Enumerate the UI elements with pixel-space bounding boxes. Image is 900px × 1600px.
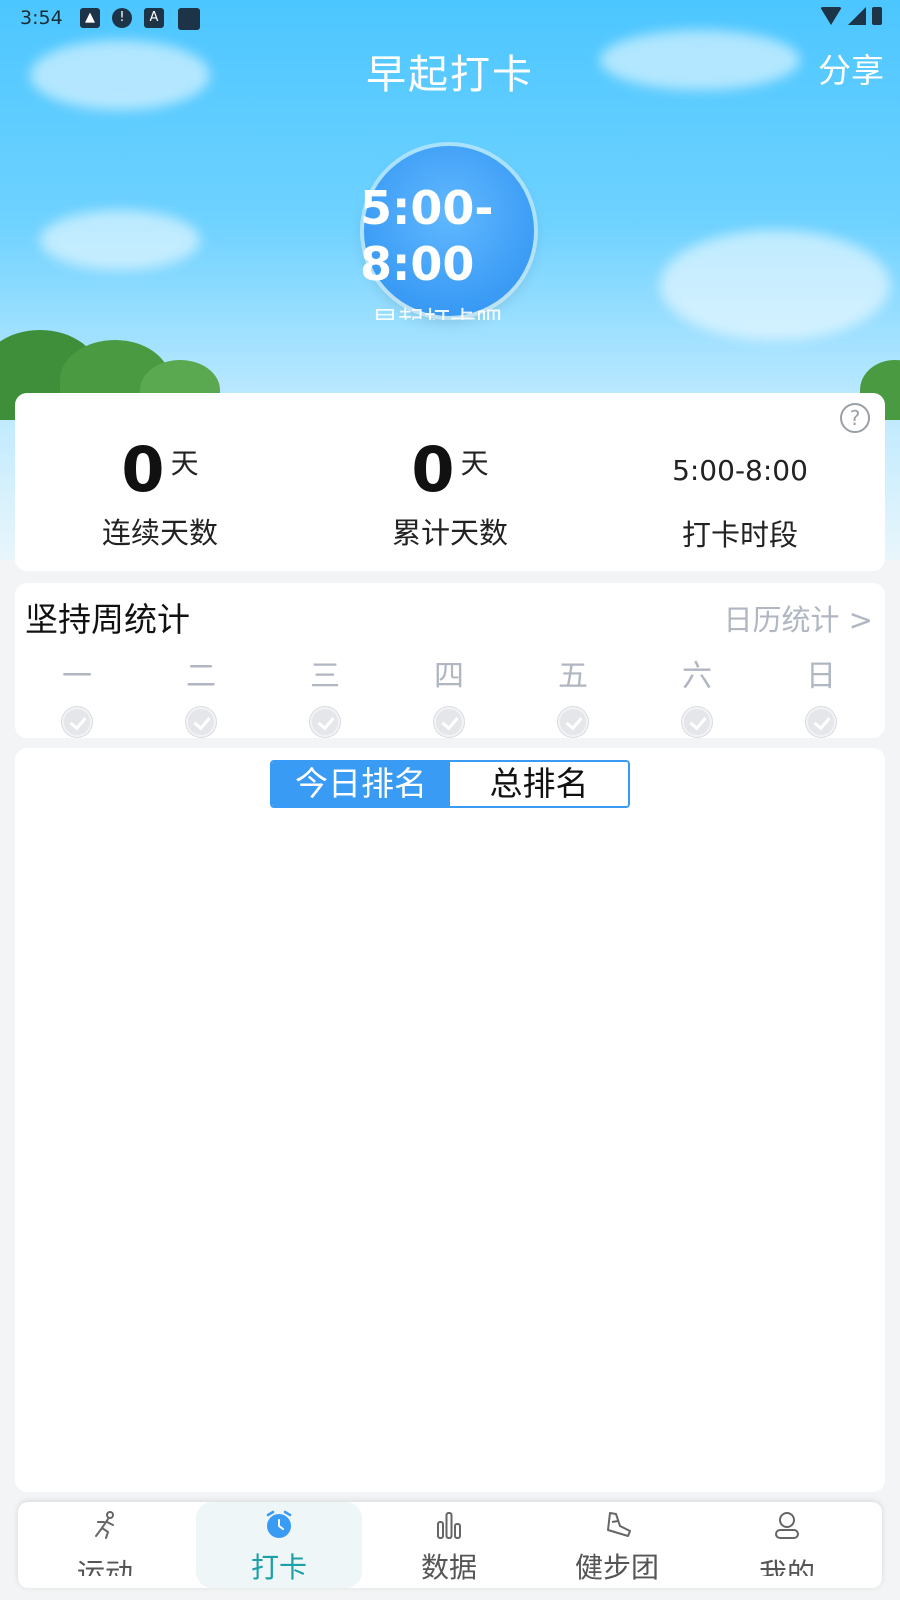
nav-item-me[interactable]: 我的 bbox=[704, 1502, 870, 1588]
week-stats-title: 坚持周统计 bbox=[25, 600, 190, 639]
day-wed: 三 bbox=[263, 651, 387, 741]
consecutive-days-value: 0 bbox=[121, 433, 165, 506]
page-title: 早起打卡 bbox=[366, 52, 534, 98]
shoe-icon bbox=[607, 1512, 631, 1537]
status-time: 3:54 bbox=[20, 7, 63, 29]
check-icon bbox=[558, 707, 588, 737]
day-sun: 日 bbox=[759, 651, 883, 741]
font-notification-icon: A bbox=[144, 8, 164, 28]
wifi-icon bbox=[820, 7, 842, 25]
nav-label-walking-group: 健步团 bbox=[574, 1551, 659, 1584]
bottom-nav: 运动 打卡 数据 健步团 我的 bbox=[18, 1502, 882, 1588]
week-stats-card: 坚持周统计 日历统计 > 一 二 三 四 五 六 日 bbox=[15, 583, 885, 738]
tab-total-ranking[interactable]: 总排名 bbox=[450, 762, 628, 806]
check-icon bbox=[806, 707, 836, 737]
check-icon bbox=[434, 707, 464, 737]
consecutive-days-unit: 天 bbox=[170, 447, 199, 480]
total-days-unit: 天 bbox=[460, 447, 489, 480]
stat-total: 0天 累计天数 bbox=[305, 433, 595, 552]
stats-card: ? 0天 连续天数 0天 累计天数 5:00-8:00 打卡时段 bbox=[15, 393, 885, 571]
stat-period: 5:00-8:00 打卡时段 bbox=[595, 433, 885, 554]
day-thu: 四 bbox=[387, 651, 511, 741]
signal-icon bbox=[848, 7, 866, 25]
day-sat: 六 bbox=[635, 651, 759, 741]
alarm-clock-icon bbox=[266, 1510, 292, 1538]
tab-today-ranking[interactable]: 今日排名 bbox=[272, 762, 450, 806]
ranking-tabs: 今日排名 总排名 bbox=[270, 760, 630, 808]
checkin-time-range: 5:00-8:00 bbox=[360, 181, 494, 291]
user-icon bbox=[775, 1512, 799, 1539]
status-bar: 3:54 ▲ ! A bbox=[0, 0, 900, 36]
running-icon bbox=[95, 1511, 114, 1539]
nav-label-checkin: 打卡 bbox=[250, 1551, 307, 1584]
total-days-label: 累计天数 bbox=[391, 516, 508, 550]
help-icon[interactable]: ? bbox=[840, 403, 870, 433]
nav-item-walking-group[interactable]: 健步团 bbox=[534, 1502, 700, 1588]
battery-icon bbox=[872, 7, 882, 25]
day-mon: 一 bbox=[15, 651, 139, 741]
day-fri: 五 bbox=[511, 651, 635, 741]
nav-label-me: 我的 bbox=[758, 1557, 815, 1576]
nav-item-data[interactable]: 数据 bbox=[366, 1502, 532, 1588]
checkin-period-value: 5:00-8:00 bbox=[672, 454, 808, 487]
calendar-stats-link[interactable]: 日历统计 > bbox=[723, 597, 873, 639]
share-button[interactable]: 分享 bbox=[818, 44, 884, 92]
nav-item-checkin[interactable]: 打卡 bbox=[196, 1502, 362, 1588]
total-days-value: 0 bbox=[411, 433, 455, 506]
checkin-period-label: 打卡时段 bbox=[681, 518, 798, 552]
check-icon bbox=[186, 707, 216, 737]
check-icon bbox=[62, 707, 92, 737]
check-icon bbox=[310, 707, 340, 737]
check-icon bbox=[682, 707, 712, 737]
image-notification-icon: ▲ bbox=[80, 8, 100, 28]
consecutive-days-label: 连续天数 bbox=[101, 516, 218, 550]
stat-consecutive: 0天 连续天数 bbox=[15, 433, 305, 552]
bar-chart-icon bbox=[437, 1512, 461, 1539]
day-tue: 二 bbox=[139, 651, 263, 741]
alert-notification-icon: ! bbox=[112, 8, 132, 28]
ranking-card: 今日排名 总排名 bbox=[15, 748, 885, 1492]
nav-item-sport[interactable]: 运动 bbox=[22, 1502, 188, 1588]
nav-label-sport: 运动 bbox=[76, 1557, 133, 1576]
checkin-subtitle: 早起打卡吧 bbox=[372, 304, 532, 320]
nav-label-data: 数据 bbox=[420, 1551, 477, 1584]
square-notification-icon bbox=[178, 8, 200, 30]
